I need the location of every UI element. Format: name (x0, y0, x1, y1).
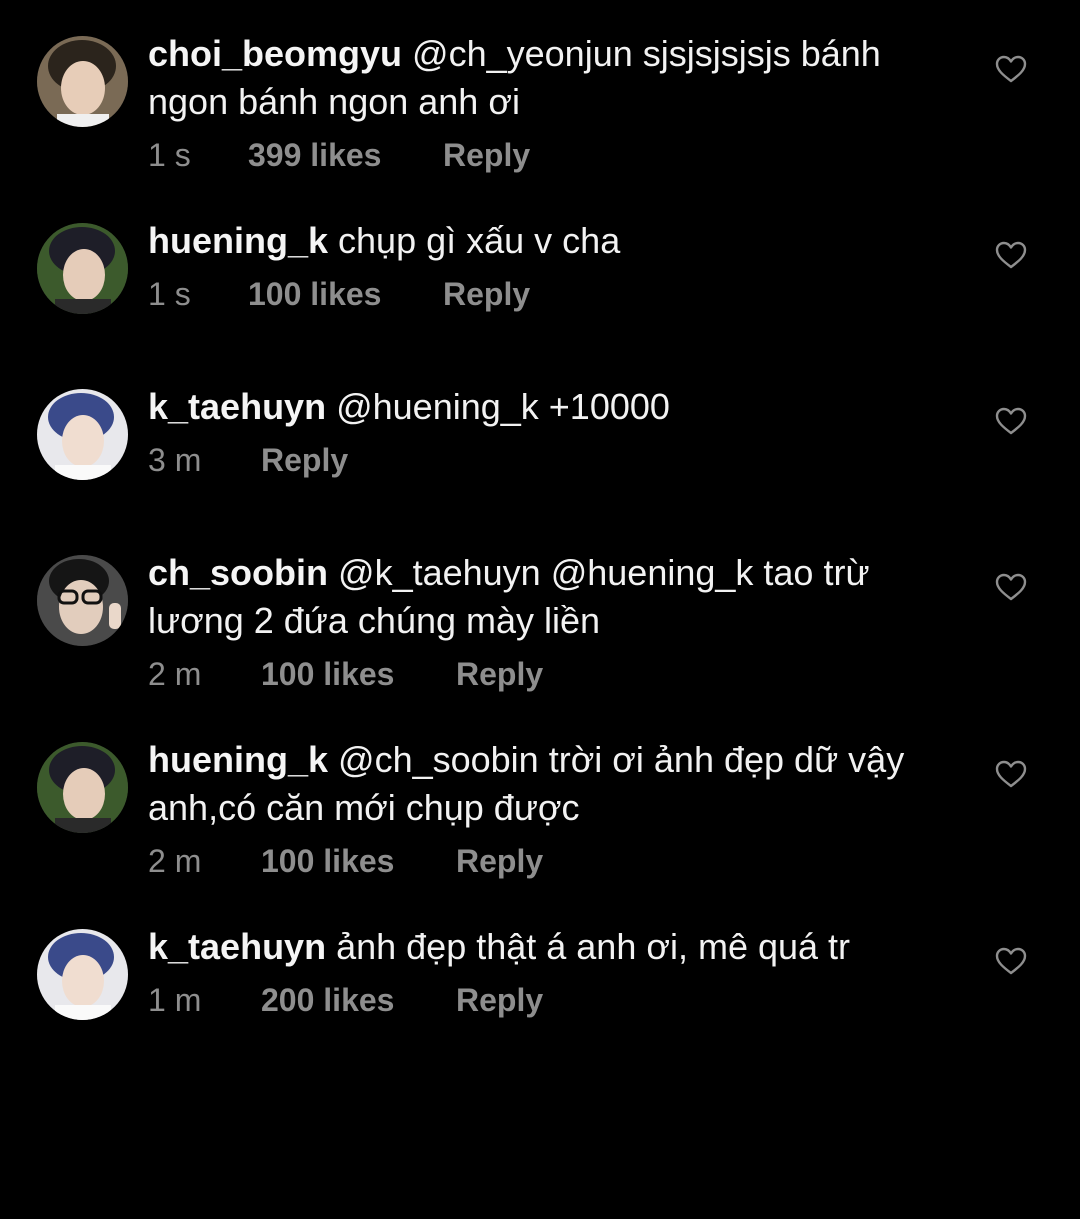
comment-time: 2 m (148, 656, 202, 692)
comment-time: 1 s (148, 276, 191, 312)
comment-username[interactable]: ch_soobin (148, 552, 328, 593)
comment-likes[interactable]: 200 likes (261, 980, 456, 1020)
heart-outline-icon[interactable] (994, 946, 1028, 976)
comment-username[interactable]: huening_k (148, 220, 328, 261)
heart-outline-icon[interactable] (994, 759, 1028, 789)
comment-time: 3 m (148, 442, 202, 478)
reply-button[interactable]: Reply (443, 274, 530, 314)
comment-likes[interactable]: 100 likes (261, 654, 456, 694)
reply-button[interactable]: Reply (261, 440, 348, 480)
avatar[interactable] (37, 223, 128, 314)
avatar[interactable] (37, 36, 128, 127)
reply-button[interactable]: Reply (456, 980, 543, 1020)
reply-button[interactable]: Reply (456, 654, 543, 694)
heart-outline-icon[interactable] (994, 572, 1028, 602)
comment-username[interactable]: k_taehuyn (148, 926, 326, 967)
comment-likes[interactable]: 399 likes (248, 135, 443, 175)
comment-time: 2 m (148, 843, 202, 879)
comment-time: 1 s (148, 137, 191, 173)
heart-outline-icon[interactable] (994, 54, 1028, 84)
comment-likes[interactable]: 100 likes (261, 841, 456, 881)
avatar[interactable] (37, 929, 128, 1020)
avatar[interactable] (37, 742, 128, 833)
comment-username[interactable]: choi_beomgyu (148, 33, 402, 74)
reply-button[interactable]: Reply (456, 841, 543, 881)
reply-button[interactable]: Reply (443, 135, 530, 175)
heart-outline-icon[interactable] (994, 240, 1028, 270)
avatar[interactable] (37, 389, 128, 480)
comment-text: @huening_k +10000 (336, 386, 670, 427)
heart-outline-icon[interactable] (994, 406, 1028, 436)
comment-username[interactable]: k_taehuyn (148, 386, 326, 427)
comment-text: ảnh đẹp thật á anh ơi, mê quá tr (336, 926, 851, 967)
comment-username[interactable]: huening_k (148, 739, 328, 780)
comment-text: chụp gì xấu v cha (338, 220, 621, 261)
avatar[interactable] (37, 555, 128, 646)
comment-time: 1 m (148, 982, 202, 1018)
comment-likes[interactable]: 100 likes (248, 274, 443, 314)
